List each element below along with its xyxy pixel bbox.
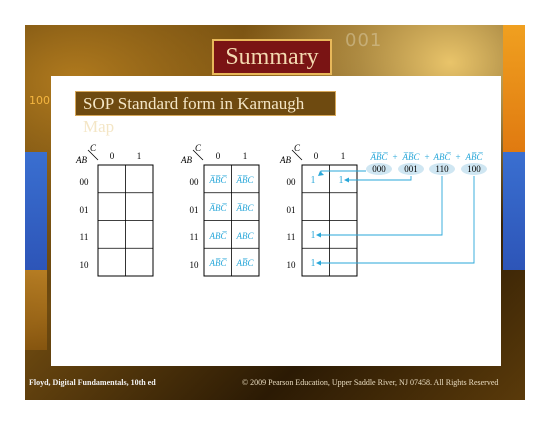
kmap-var-ab: AB xyxy=(279,155,291,165)
kmap-diagram: AB C 0 1 00 01 11 10 AB C 0 1 00 01 11 1… xyxy=(75,143,487,277)
kmap-var-c: C xyxy=(195,143,202,153)
kmap-row-header: 11 xyxy=(190,232,199,242)
kmap-col-header: 1 xyxy=(341,151,346,161)
kmap-col-header: 0 xyxy=(110,151,115,161)
sop-plus: + xyxy=(392,152,397,162)
sop-term: A̅B̅C xyxy=(402,152,421,162)
sop-plus: + xyxy=(455,152,460,162)
binary-code: 110 xyxy=(435,164,449,174)
kmap-one-cell: 1 xyxy=(311,258,316,269)
kmap-row-header: 10 xyxy=(190,260,200,270)
kmap-col-header: 1 xyxy=(243,151,248,161)
arrowhead xyxy=(344,177,349,183)
kmap-row-header: 10 xyxy=(80,260,90,270)
kmap-term-cell: AB̅C̅ xyxy=(209,258,228,268)
kmap-row-header: 01 xyxy=(80,205,89,215)
sop-term: ABC̅ xyxy=(433,152,452,162)
kmap-col-header: 1 xyxy=(137,151,142,161)
kmap-terms: AB C 0 1 00 01 11 10 A̅B̅C̅ A̅B̅C A̅BC̅ … xyxy=(180,143,260,277)
footer-source: Floyd, Digital Fundamentals, 10th ed xyxy=(29,378,156,387)
kmap-var-ab: AB xyxy=(180,155,192,165)
kmap-term-cell: A̅BC xyxy=(236,203,255,213)
kmap-term-cell: A̅BC̅ xyxy=(209,203,228,213)
kmap-ones: AB C 0 1 00 01 11 10 1 1 1 1 xyxy=(279,143,358,277)
kmap-col-header: 0 xyxy=(314,151,319,161)
arrowhead xyxy=(316,260,321,266)
kmap-col-header: 0 xyxy=(216,151,221,161)
kmap-term-cell: A̅B̅C xyxy=(236,175,255,185)
kmap-term-cell: ABC̅ xyxy=(209,231,228,241)
kmap-empty: AB C 0 1 00 01 11 10 xyxy=(75,143,154,277)
kmap-row-header: 00 xyxy=(190,177,200,187)
kmap-row-header: 10 xyxy=(287,260,297,270)
binary-code: 000 xyxy=(372,164,386,174)
kmap-one-cell: 1 xyxy=(339,175,344,186)
sop-plus: + xyxy=(424,152,429,162)
kmap-term-cell: AB̅C xyxy=(236,258,255,268)
kmap-var-ab: AB xyxy=(75,155,87,165)
kmap-row-header: 11 xyxy=(80,232,89,242)
binary-code: 001 xyxy=(404,164,418,174)
kmap-row-header: 01 xyxy=(190,205,199,215)
kmap-row-header: 11 xyxy=(287,232,296,242)
kmap-var-c: C xyxy=(90,143,97,153)
kmap-term-cell: ABC xyxy=(236,231,255,241)
sop-term: A̅B̅C̅ xyxy=(370,152,389,162)
kmap-one-cell: 1 xyxy=(311,230,316,241)
arrowhead xyxy=(316,232,321,238)
kmap-var-c: C xyxy=(294,143,301,153)
sop-term: AB̅C̅ xyxy=(465,152,484,162)
binary-code: 100 xyxy=(467,164,481,174)
footer-copyright: © 2009 Pearson Education, Upper Saddle R… xyxy=(242,378,499,387)
kmap-row-header: 01 xyxy=(287,205,296,215)
kmap-one-cell: 1 xyxy=(311,175,316,186)
kmap-term-cell: A̅B̅C̅ xyxy=(209,175,228,185)
kmap-row-header: 00 xyxy=(80,177,90,187)
mapping-arrow xyxy=(320,170,366,174)
kmap-row-header: 00 xyxy=(287,177,297,187)
mapping-arrow xyxy=(320,176,475,264)
